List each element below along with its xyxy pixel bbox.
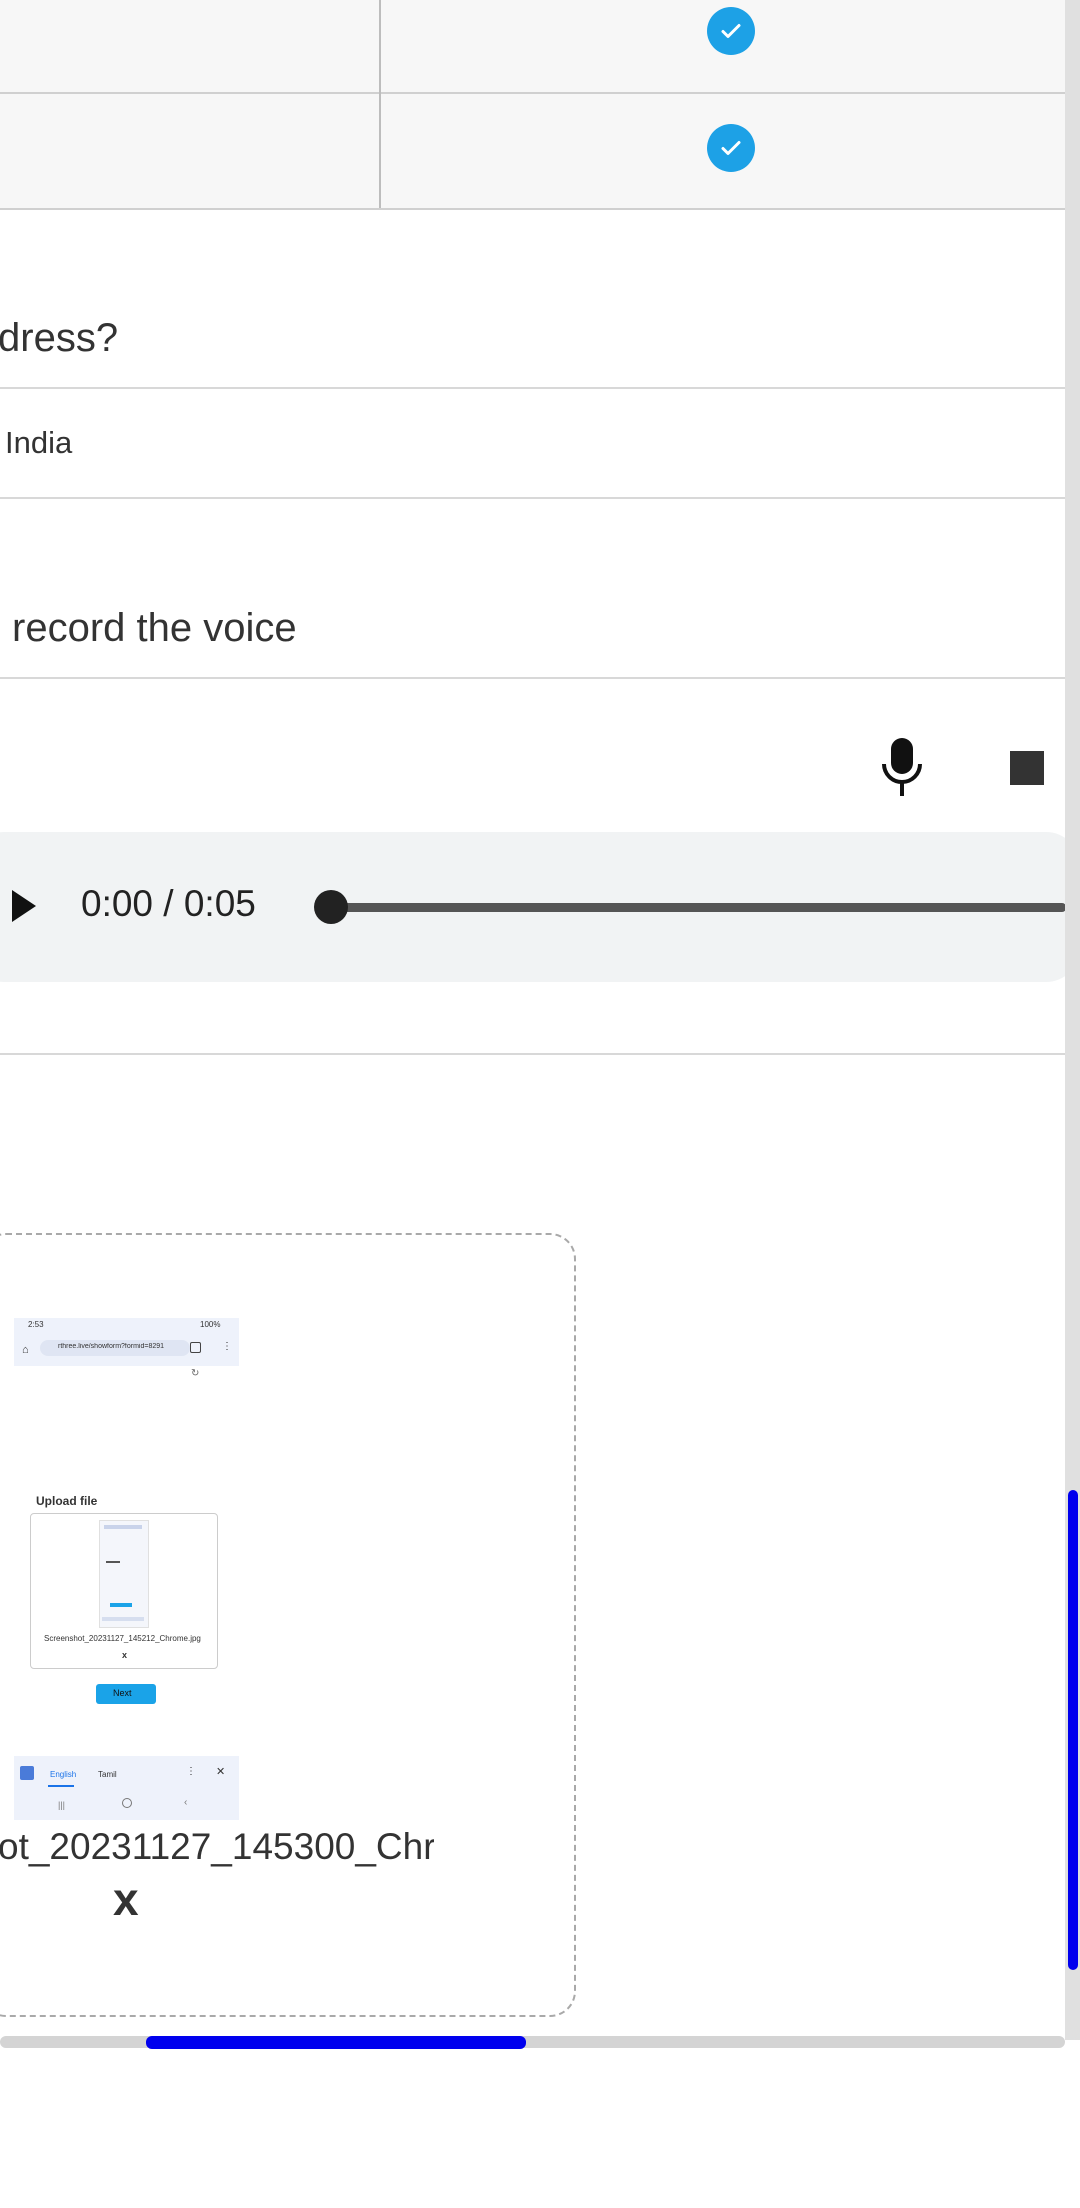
- uploaded-filename: ot_20231127_145300_Chr: [0, 1826, 434, 1867]
- preview-status-battery: 100%: [200, 1320, 221, 1329]
- tabs-icon: [190, 1342, 201, 1353]
- grid-column-divider: [379, 0, 381, 208]
- translate-icon: [20, 1766, 34, 1780]
- play-icon[interactable]: [10, 888, 38, 929]
- preview-lang-tamil: Tamil: [98, 1770, 117, 1779]
- preview-lang-underline: [48, 1785, 74, 1787]
- preview-lang-english: English: [50, 1770, 77, 1779]
- preview-next-label: Next: [113, 1688, 132, 1698]
- stop-icon[interactable]: [1010, 751, 1044, 785]
- divider: [0, 1053, 1065, 1055]
- nav-home-icon: [122, 1798, 132, 1808]
- uploaded-image-preview: 2:53 100% ⌂ rthree.live/showform?formid=…: [14, 1318, 239, 1820]
- refresh-icon: ↻: [191, 1368, 200, 1379]
- audio-progress-track[interactable]: [316, 903, 1066, 912]
- close-icon: ✕: [216, 1766, 226, 1778]
- question-voice-label: record the voice: [12, 606, 297, 650]
- more-vert-icon: ⋮: [222, 1341, 232, 1352]
- preview-status-time: 2:53: [28, 1320, 44, 1329]
- grid-row-1: [0, 0, 1065, 92]
- preview-inner-remove: x: [122, 1650, 128, 1660]
- horizontal-scrollbar-thumb[interactable]: [146, 2036, 526, 2049]
- nav-back-icon: ‹: [184, 1797, 188, 1808]
- audio-progress-thumb[interactable]: [314, 890, 348, 924]
- vertical-scrollbar-thumb[interactable]: [1068, 1490, 1078, 1970]
- question-address-label: dress?: [0, 316, 119, 360]
- divider: [0, 497, 1065, 499]
- check-circle-icon[interactable]: [707, 124, 755, 172]
- audio-time-display: 0:00 / 0:05: [81, 883, 256, 924]
- preview-inner-filename: Screenshot_20231127_145212_Chrome.jpg: [44, 1634, 201, 1643]
- divider: [0, 677, 1065, 679]
- grid-bottom-divider: [0, 208, 1065, 210]
- preview-inner-image: [99, 1520, 149, 1628]
- divider: [0, 387, 1065, 389]
- more-vert-icon: ⋮: [186, 1766, 196, 1777]
- preview-title: Upload file: [36, 1494, 98, 1508]
- nav-recents-icon: |||: [58, 1800, 66, 1810]
- preview-translate-bar: [14, 1756, 239, 1820]
- check-circle-icon[interactable]: [707, 7, 755, 55]
- address-answer-value: India: [5, 425, 73, 460]
- grid-row-2: [0, 94, 1065, 208]
- home-icon: ⌂: [22, 1344, 29, 1356]
- microphone-icon[interactable]: [880, 738, 924, 796]
- remove-file-button[interactable]: x: [113, 1872, 139, 1926]
- preview-url: rthree.live/showform?formid=8291: [58, 1343, 165, 1350]
